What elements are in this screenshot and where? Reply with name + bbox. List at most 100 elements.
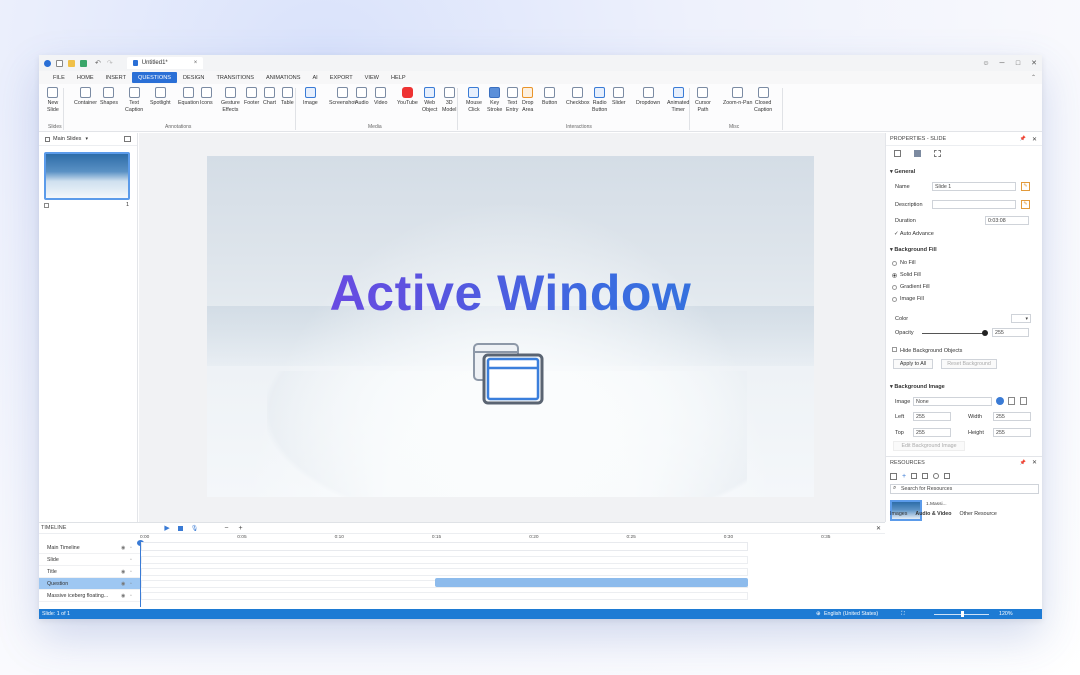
timeline-track[interactable] bbox=[141, 556, 748, 564]
3d-model-button[interactable]: 3D Model bbox=[442, 87, 456, 113]
menu-item-design[interactable]: DESIGN bbox=[177, 72, 210, 83]
menu-item-help[interactable]: HELP bbox=[385, 72, 412, 83]
slide-title[interactable]: Active Window bbox=[207, 264, 814, 322]
drop-area-button[interactable]: Drop Area bbox=[522, 87, 533, 113]
menu-item-questions[interactable]: QUESTIONS bbox=[132, 72, 177, 83]
opacity-stepper[interactable]: 255 bbox=[992, 328, 1029, 337]
redo-icon[interactable]: ↷ bbox=[107, 59, 113, 67]
cursor-path-button[interactable]: Cursor Path bbox=[695, 87, 711, 113]
zoom-slider-thumb[interactable] bbox=[961, 611, 964, 617]
youtube-button[interactable]: YouTube bbox=[397, 87, 418, 107]
timeline-row[interactable]: Massive iceberg floating... ◉ ▫ bbox=[39, 590, 140, 602]
zoom-out-icon[interactable]: − bbox=[224, 525, 228, 532]
maximize-button[interactable]: □ bbox=[1010, 55, 1026, 71]
visibility-icon[interactable]: ◉ bbox=[121, 593, 125, 599]
height-stepper[interactable]: 255 bbox=[993, 428, 1031, 437]
closed-caption-button[interactable]: Closed Caption bbox=[754, 87, 772, 113]
lock-icon[interactable]: ▫ bbox=[130, 545, 132, 551]
sort-icon[interactable] bbox=[944, 473, 951, 479]
edit-name-icon[interactable]: ✎ bbox=[1021, 182, 1030, 191]
zoom-n-pan-button[interactable]: Zoom-n-Pan bbox=[723, 87, 752, 107]
mouse-click-button[interactable]: Mouse Click bbox=[466, 87, 482, 113]
chart-button[interactable]: Chart bbox=[263, 87, 276, 107]
timeline-row[interactable]: Title ◉ ▫ bbox=[39, 566, 140, 578]
container-button[interactable]: Container bbox=[74, 87, 97, 107]
slide-canvas[interactable]: Active Window bbox=[207, 156, 814, 497]
reset-background-button[interactable]: Reset Background bbox=[941, 359, 997, 369]
menu-item-transitions[interactable]: TRANSITIONS bbox=[210, 72, 260, 83]
language-status[interactable]: English (United States) bbox=[824, 611, 878, 617]
window-icon[interactable] bbox=[472, 341, 544, 411]
close-window-button[interactable]: ✕ bbox=[1026, 55, 1042, 71]
timeline-row[interactable]: Slide ▫ bbox=[39, 554, 140, 566]
play-icon[interactable]: ▶ bbox=[164, 524, 169, 532]
hide-background-checkbox[interactable]: Hide Background Objects bbox=[892, 347, 962, 354]
description-field[interactable] bbox=[932, 200, 1016, 209]
microphone-icon[interactable]: 🎙 bbox=[191, 525, 199, 532]
close-icon[interactable]: ✕ bbox=[1032, 136, 1037, 143]
general-section[interactable]: ▾ General bbox=[890, 169, 915, 175]
user-icon[interactable]: ☺ bbox=[978, 55, 994, 71]
chevron-down-icon[interactable]: ▾ bbox=[85, 136, 88, 142]
menu-item-home[interactable]: HOME bbox=[71, 72, 100, 83]
slide-timeline-bar[interactable] bbox=[141, 542, 748, 551]
new-file-icon[interactable] bbox=[56, 59, 63, 67]
zoom-in-icon[interactable]: + bbox=[238, 525, 242, 532]
collapse-ribbon-icon[interactable]: ⌃ bbox=[1031, 74, 1036, 81]
left-stepper[interactable]: 255 bbox=[913, 412, 951, 421]
slide-thumbnail[interactable] bbox=[44, 152, 130, 200]
lock-icon[interactable]: ▫ bbox=[130, 581, 132, 587]
button-button[interactable]: Button bbox=[542, 87, 557, 107]
menu-item-file[interactable]: FILE bbox=[47, 72, 71, 83]
pin-icon[interactable]: 📌 bbox=[1020, 460, 1026, 466]
timeline-track[interactable] bbox=[141, 592, 748, 600]
search-resources-input[interactable]: Search for Resources bbox=[890, 484, 1039, 494]
shapes-button[interactable]: Shapes bbox=[100, 87, 118, 107]
info-icon[interactable] bbox=[933, 473, 940, 479]
add-icon[interactable]: + bbox=[902, 473, 906, 480]
video-button[interactable]: Video bbox=[374, 87, 387, 107]
apply-to-all-button[interactable]: Apply to All bbox=[893, 359, 933, 369]
grid-props-tab-icon[interactable] bbox=[934, 150, 941, 157]
image-button[interactable]: Image bbox=[303, 87, 318, 107]
lock-icon[interactable]: ▫ bbox=[130, 557, 132, 563]
name-field[interactable]: Slide 1 bbox=[932, 182, 1016, 191]
menu-item-view[interactable]: VIEW bbox=[359, 72, 385, 83]
text-entry-button[interactable]: Text Entry bbox=[506, 87, 518, 113]
spotlight-button[interactable]: Spotlight bbox=[150, 87, 171, 107]
view-grid-icon[interactable] bbox=[890, 472, 897, 480]
dropdown-button[interactable]: Dropdown bbox=[636, 87, 660, 107]
edit-description-icon[interactable]: ✎ bbox=[1021, 200, 1030, 209]
fill-radio-no-fill[interactable] bbox=[892, 261, 897, 266]
gesture-button[interactable]: Gesture Effects bbox=[221, 87, 240, 113]
fill-radio-gradient-fill[interactable] bbox=[892, 285, 897, 290]
icons-button[interactable]: Icons bbox=[200, 87, 213, 107]
close-icon[interactable]: ✕ bbox=[1032, 459, 1037, 466]
delete-icon[interactable] bbox=[922, 473, 929, 479]
slide-props-tab-icon[interactable] bbox=[894, 150, 901, 157]
fill-radio-solid-fill[interactable] bbox=[892, 273, 897, 278]
timeline-row[interactable]: Question ◉ ▫ bbox=[39, 578, 140, 590]
pin-icon[interactable]: 📌 bbox=[1020, 136, 1026, 142]
image-field[interactable]: None bbox=[913, 397, 992, 406]
slides-dropdown[interactable]: Main Slides bbox=[53, 136, 81, 142]
top-stepper[interactable]: 255 bbox=[913, 428, 951, 437]
screenshot-button[interactable]: Screenshot bbox=[329, 87, 356, 107]
menu-item-animations[interactable]: ANIMATIONS bbox=[260, 72, 306, 83]
panel-options-icon[interactable] bbox=[124, 136, 131, 142]
stop-icon[interactable] bbox=[177, 525, 183, 531]
web-object-button[interactable]: Web Object bbox=[422, 87, 437, 113]
resource-tab-0[interactable]: Images bbox=[890, 511, 907, 517]
save-icon[interactable] bbox=[80, 59, 87, 67]
opacity-slider-thumb[interactable] bbox=[982, 330, 988, 336]
audio-button[interactable]: Audio bbox=[355, 87, 369, 107]
minimize-button[interactable]: ─ bbox=[994, 55, 1010, 71]
image-file-icon[interactable] bbox=[1008, 397, 1015, 405]
fit-screen-icon[interactable]: ⛶ bbox=[901, 611, 905, 618]
key-stroke-button[interactable]: Key Stroke bbox=[487, 87, 502, 113]
edit-background-image-button[interactable]: Edit Background Image bbox=[893, 441, 965, 451]
menu-item-ai[interactable]: AI bbox=[306, 72, 323, 83]
duration-stepper[interactable]: 0:03:08 bbox=[985, 216, 1029, 225]
close-tab-icon[interactable]: × bbox=[194, 60, 198, 66]
text-caption-button[interactable]: Text Caption bbox=[125, 87, 143, 113]
